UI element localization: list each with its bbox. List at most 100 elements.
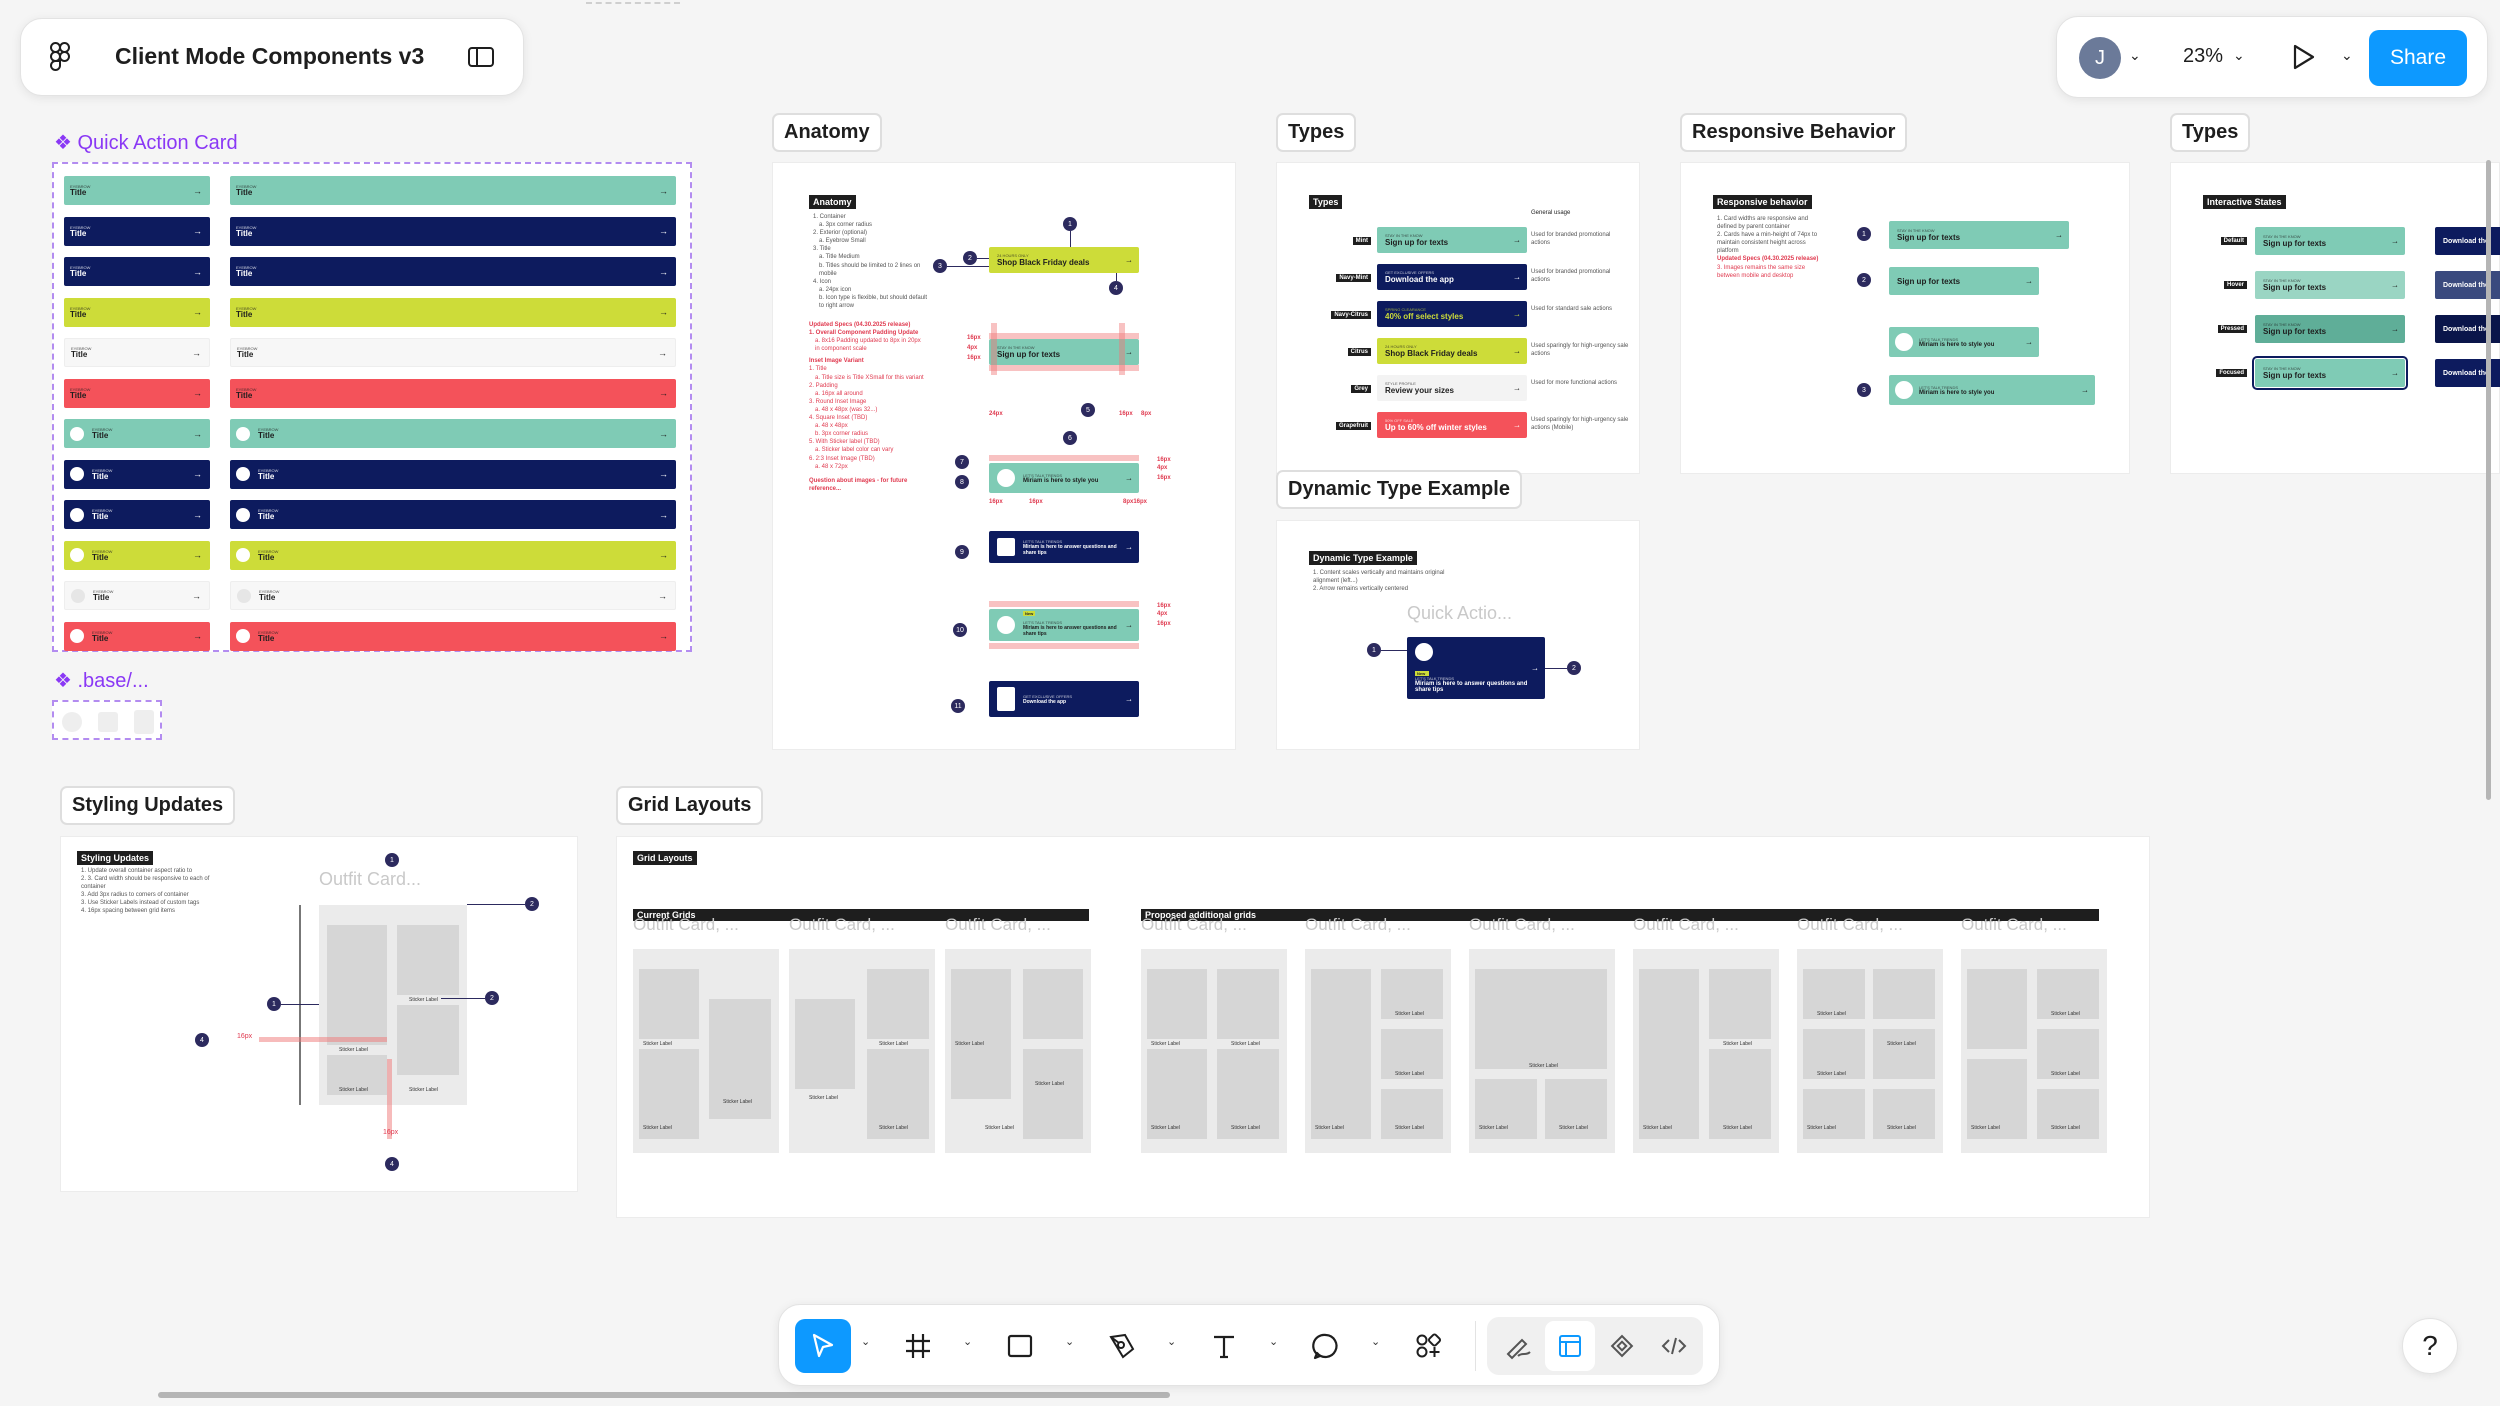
- marker-1: 1: [385, 853, 399, 867]
- outfit-image-placeholder: [867, 969, 929, 1039]
- quick-action-card: EYEBROW Title →: [64, 297, 210, 327]
- card-eyebrow: EYEBROW: [258, 508, 279, 513]
- card-title: Title: [70, 390, 87, 400]
- chevron-down-icon[interactable]: ⌄: [861, 1335, 870, 1348]
- frame-label-styling[interactable]: Styling Updates: [60, 786, 236, 825]
- arrow-right-icon: →: [659, 185, 668, 196]
- text-icon: [1214, 1335, 1234, 1359]
- image-placeholder: [70, 507, 84, 522]
- sticker-label: Sticker Label: [1817, 1071, 1846, 1077]
- marker-4: 4: [385, 1157, 399, 1171]
- file-title[interactable]: Client Mode Components v3: [115, 43, 424, 70]
- chevron-down-icon[interactable]: ⌄: [963, 1335, 972, 1348]
- outfit-image-placeholder: [639, 969, 699, 1039]
- card-title: Title: [237, 350, 254, 359]
- frame-label-anatomy[interactable]: Anatomy: [772, 113, 882, 152]
- type-tag: Navy-Mint: [1336, 274, 1371, 282]
- rectangle-icon: [1007, 1334, 1033, 1358]
- components-mode-button[interactable]: [1597, 1321, 1647, 1371]
- component-label-base[interactable]: ❖ .base/...: [54, 668, 149, 693]
- frame-label-types-2[interactable]: Types: [2170, 113, 2251, 152]
- chevron-down-icon[interactable]: ⌄: [2129, 47, 2141, 64]
- sidebar-toggle-icon[interactable]: [467, 45, 495, 69]
- frame-tool-button[interactable]: [891, 1319, 945, 1373]
- card-title: Title: [236, 269, 253, 278]
- arrow-right-icon: →: [658, 590, 667, 601]
- sticker-label: Sticker Label: [1231, 1041, 1260, 1047]
- card-eyebrow: EYEBROW: [237, 346, 258, 351]
- arrow-right-icon: →: [1125, 694, 1133, 704]
- quick-action-card: EYEBROW Title →: [64, 378, 210, 408]
- card-eyebrow: EYEBROW: [92, 629, 113, 635]
- sticker-label: Sticker Label: [1395, 1011, 1424, 1017]
- base-components[interactable]: [52, 700, 162, 740]
- padding-highlight: [989, 643, 1139, 649]
- apps-icon: [1416, 1333, 1442, 1358]
- arrow-right-icon: →: [659, 631, 668, 641]
- marker-line: [441, 998, 485, 999]
- dynamic-card: New LET'S TALK TRENDS Miriam is here to a…: [1407, 637, 1545, 699]
- marker-line: [1116, 273, 1117, 281]
- dev-mode-button[interactable]: [1649, 1321, 1699, 1371]
- rectangle-tool-button[interactable]: [993, 1319, 1047, 1373]
- card-eyebrow: EYEBROW: [258, 427, 279, 432]
- quick-action-variants[interactable]: EYEBROW Title → EYEBROW Title → EYEBROW Title → E…: [52, 162, 692, 652]
- chevron-down-icon[interactable]: ⌄: [1167, 1335, 1176, 1348]
- responsive-card-4: LET'S TALK TRENDS Miriam is here to style…: [1889, 375, 2095, 405]
- chevron-down-icon[interactable]: ⌄: [2341, 47, 2353, 64]
- quick-action-card: EYEBROW Title →: [64, 419, 210, 448]
- figma-logo-icon[interactable]: [49, 41, 71, 73]
- arrow-right-icon: →: [193, 266, 202, 277]
- sticker-label: Sticker Label: [1887, 1125, 1916, 1131]
- state-tag: Pressed: [2217, 325, 2247, 333]
- vertical-scrollbar[interactable]: [2486, 160, 2491, 800]
- spacing-highlight: [259, 1037, 387, 1042]
- help-button[interactable]: ?: [2402, 1318, 2458, 1374]
- type-card: STYLE PROFILE Review your sizes →: [1377, 375, 1527, 401]
- quick-action-card: EYEBROW Title →: [230, 176, 676, 205]
- card-title: Title: [259, 593, 276, 602]
- anatomy-marker: 3: [933, 259, 947, 273]
- chevron-down-icon[interactable]: ⌄: [1065, 1335, 1074, 1348]
- outfit-image-placeholder: [397, 925, 459, 995]
- frame-label-grid[interactable]: Grid Layouts: [616, 786, 764, 825]
- card-eyebrow: EYEBROW: [258, 548, 279, 554]
- chevron-down-icon[interactable]: ⌄: [1269, 1335, 1278, 1348]
- frame-label-dynamic[interactable]: Dynamic Type Example: [1276, 470, 1522, 509]
- outfit-image-placeholder: [327, 925, 387, 1045]
- move-tool-button[interactable]: [795, 1319, 851, 1373]
- frame-label-types[interactable]: Types: [1276, 113, 1357, 152]
- actions-tool-button[interactable]: [1401, 1319, 1455, 1373]
- design-mode-button[interactable]: [1545, 1321, 1595, 1371]
- pen-tool-button[interactable]: [1095, 1319, 1149, 1373]
- marker-2: 2: [485, 991, 499, 1005]
- comment-tool-button[interactable]: [1299, 1319, 1353, 1373]
- type-card: STAY IN THE KNOW Sign up for texts →: [1377, 227, 1527, 253]
- chevron-down-icon[interactable]: ⌄: [2233, 47, 2245, 64]
- zoom-level[interactable]: 23%: [2183, 45, 2223, 68]
- arrow-right-icon: →: [1513, 383, 1521, 393]
- present-play-icon[interactable]: [2287, 41, 2319, 73]
- share-button[interactable]: Share: [2369, 30, 2467, 86]
- draw-mode-button[interactable]: [1493, 1321, 1543, 1371]
- quick-action-card: EYEBROW Title →: [64, 257, 210, 286]
- image-placeholder: [997, 687, 1015, 711]
- horizontal-scrollbar[interactable]: [158, 1392, 1170, 1398]
- toolbar-divider: [1475, 1321, 1476, 1371]
- arrow-right-icon: →: [659, 388, 668, 398]
- sticker-label: Sticker Label: [1315, 1125, 1344, 1131]
- measure-label: 16px: [1157, 603, 1171, 609]
- chevron-down-icon[interactable]: ⌄: [1371, 1335, 1380, 1348]
- frame-icon: [906, 1334, 930, 1358]
- card-title: Title: [236, 228, 253, 238]
- frame-label-responsive[interactable]: Responsive Behavior: [1680, 113, 1908, 152]
- card-title: Title: [92, 633, 109, 643]
- ghost-component-name: Outfit Card, ...: [1961, 915, 2067, 934]
- question-mark-icon: ?: [2422, 1330, 2438, 1361]
- text-tool-button[interactable]: [1197, 1319, 1251, 1373]
- card-eyebrow: EYEBROW: [258, 629, 279, 635]
- component-label-quick-action[interactable]: ❖ Quick Action Card: [54, 130, 238, 155]
- anatomy-marker: 4: [1109, 281, 1123, 295]
- type-note: Used for branded promotional actions: [1531, 269, 1611, 284]
- avatar[interactable]: J: [2079, 37, 2121, 79]
